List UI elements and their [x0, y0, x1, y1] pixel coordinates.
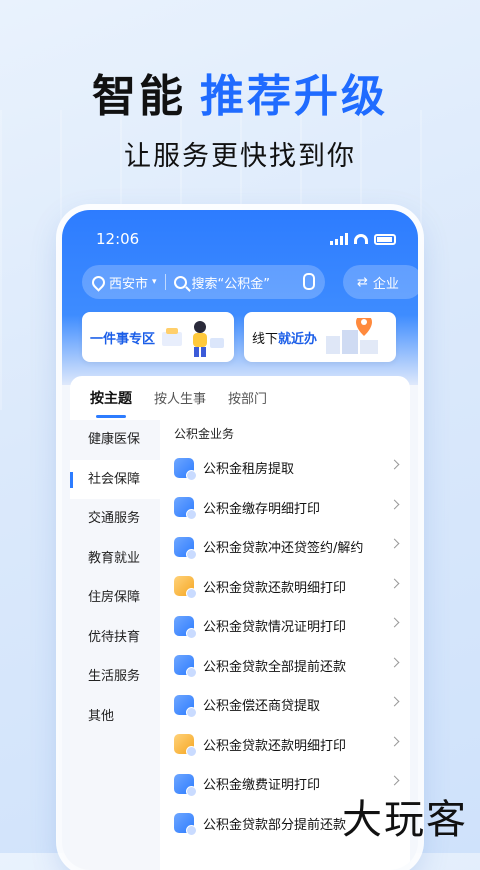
category-item[interactable]: 生活服务 — [70, 657, 160, 697]
list-item-label: 公积金贷款还款明细打印 — [203, 580, 347, 596]
house-check-icon — [174, 773, 197, 797]
category-sidebar: 健康医保 社会保障 交通服务 教育就业 住房保障 优待扶育 生活服务 其他 — [70, 420, 160, 870]
list-item-label: 公积金贷款全部提前还款 — [203, 659, 347, 675]
document-print-icon — [174, 497, 197, 521]
divider — [164, 274, 166, 290]
category-item[interactable]: 住房保障 — [70, 578, 160, 618]
category-item[interactable]: 优待扶育 — [70, 618, 160, 658]
list-item[interactable]: 公积金缴存明细打印 — [160, 488, 410, 528]
person-illustration-icon — [162, 321, 224, 357]
headline: 智能 推荐升级 — [0, 60, 480, 124]
list-item-label: 公积金贷款部分提前还款 — [203, 817, 347, 833]
list-item-label: 公积金贷款情况证明打印 — [203, 620, 347, 636]
nearby-service-label-plain: 线下 — [252, 332, 279, 347]
category-item[interactable]: 教育就业 — [70, 539, 160, 579]
chevron-right-icon — [389, 499, 400, 509]
chevron-right-icon — [389, 736, 400, 746]
yuan-receipt-icon — [174, 576, 197, 600]
chevron-right-icon — [389, 617, 400, 628]
contract-icon — [174, 536, 197, 560]
list-item[interactable]: 公积金贷款冲还贷签约/解约 — [160, 527, 410, 567]
search-input[interactable]: 搜索“公积金” — [192, 273, 270, 292]
enterprise-switch-button[interactable]: ⇄ 企业 — [343, 265, 418, 299]
list-item-label: 公积金贷款还款明细打印 — [203, 738, 347, 754]
status-time: 12:06 — [96, 230, 140, 248]
one-thing-zone-label: 一件事专区 — [90, 332, 156, 347]
chevron-right-icon — [389, 538, 400, 549]
switch-arrows-icon: ⇄ — [357, 274, 368, 290]
chevron-right-icon — [389, 657, 400, 667]
status-bar: 12:06 — [96, 230, 396, 250]
tab-bar: 按主题 按人生事 按部门 — [90, 388, 267, 418]
category-item[interactable]: 交通服务 — [70, 499, 160, 539]
chevron-right-icon — [389, 775, 400, 786]
tab-by-department[interactable]: 按部门 — [228, 388, 267, 408]
house-certificate-icon — [174, 615, 197, 639]
list-item[interactable]: 公积金贷款情况证明打印 — [160, 606, 410, 646]
city-selector[interactable]: 西安市 ▾ — [89, 272, 157, 292]
microphone-icon[interactable] — [303, 273, 315, 290]
list-item[interactable]: 公积金贷款还款明细打印 — [160, 725, 410, 765]
category-item[interactable]: 其他 — [70, 697, 160, 737]
list-item-label: 公积金缴存明细打印 — [203, 501, 321, 517]
tab-by-life-event[interactable]: 按人生事 — [154, 388, 206, 408]
list-item[interactable]: 公积金贷款全部提前还款 — [160, 646, 410, 686]
caret-down-icon: ▾ — [152, 277, 157, 287]
list-item-label: 公积金缴费证明打印 — [203, 778, 321, 794]
calculator-icon — [174, 655, 197, 679]
subline: 让服务更快找到你 — [124, 141, 356, 172]
signal-icon — [330, 233, 348, 245]
nearby-service-label: 线下就近办 — [252, 328, 317, 347]
battery-icon — [374, 233, 396, 245]
list-item-label: 公积金租房提取 — [203, 462, 295, 478]
watermark: 大玩客 — [342, 797, 468, 843]
list-item[interactable]: 公积金贷款还款明细打印 — [160, 567, 410, 607]
category-item[interactable]: 健康医保 — [70, 420, 160, 460]
list-item-label: 公积金偿还商贷提取 — [203, 699, 321, 715]
one-thing-zone-card[interactable]: 一件事专区 — [82, 312, 234, 362]
list-item-label: 公积金贷款冲还贷签约/解约 — [203, 541, 364, 557]
coin-stack-icon — [174, 734, 197, 758]
building-location-icon — [326, 318, 378, 354]
enterprise-label: 企业 — [372, 276, 399, 292]
tab-by-theme[interactable]: 按主题 — [90, 388, 132, 418]
category-item-selected[interactable]: 社会保障 — [70, 459, 160, 499]
search-bar[interactable]: 西安市 ▾ 搜索“公积金” — [82, 265, 325, 299]
search-icon — [173, 275, 187, 289]
phone-mockup: 12:06 西安市 ▾ 搜索“公积金” ⇄ 企业 一件事专区 线下就近办 按主题… — [62, 210, 418, 870]
chevron-right-icon — [389, 459, 400, 470]
house-partial-icon — [174, 813, 197, 837]
location-pin-icon — [89, 272, 108, 292]
list-item[interactable]: 公积金租房提取 — [160, 448, 410, 488]
nearby-service-label-bold: 就近办 — [278, 332, 318, 347]
city-label: 西安市 — [109, 276, 149, 292]
list-item[interactable]: 公积金偿还商贷提取 — [160, 685, 410, 725]
headline-part1: 智能 — [92, 71, 186, 122]
chevron-right-icon — [389, 578, 400, 588]
house-fund-icon — [174, 457, 197, 481]
nearby-service-card[interactable]: 线下就近办 — [244, 312, 396, 362]
section-title: 公积金业务 — [174, 427, 235, 441]
wifi-icon — [354, 234, 368, 244]
chevron-right-icon — [389, 696, 400, 707]
headline-part2: 推荐升级 — [200, 71, 388, 122]
hand-house-icon — [174, 694, 197, 718]
